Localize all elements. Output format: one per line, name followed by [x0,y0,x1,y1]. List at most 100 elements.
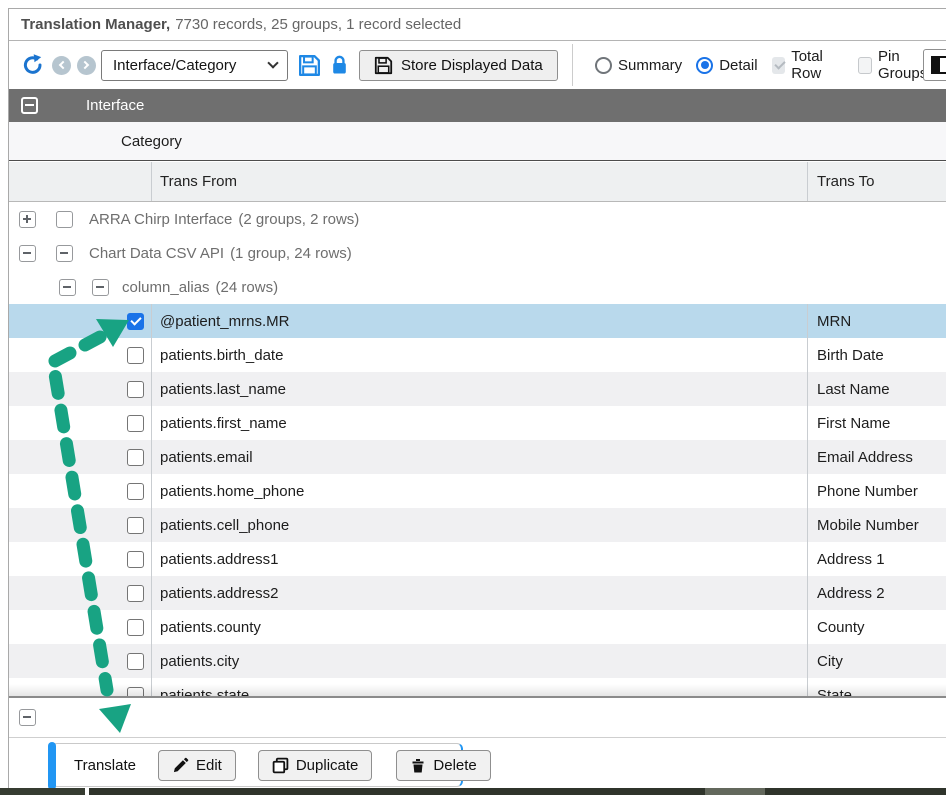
row-checkbox[interactable] [127,517,144,534]
translate-toolbar-row: Translate Edit Duplicate [9,738,946,789]
trans-from-cell[interactable]: patients.email [151,440,807,474]
trans-from-cell[interactable]: patients.address2 [151,576,807,610]
row-checkbox[interactable] [127,313,144,330]
row-checkbox[interactable] [127,415,144,432]
detail-radio-group[interactable]: Detail [696,57,757,74]
trans-to-cell[interactable]: First Name [807,406,946,440]
bottom-scrollbar[interactable] [89,788,946,795]
row-checkbox-cell [9,610,151,644]
group-checkbox[interactable] [56,245,73,262]
table-row[interactable]: patients.email Email Address [9,440,946,474]
row-checkbox-cell [9,372,151,406]
grouping-select[interactable]: Interface/Category [101,50,288,81]
row-checkbox[interactable] [127,449,144,466]
trans-to-cell[interactable]: Mobile Number [807,508,946,542]
store-displayed-data-button[interactable]: Store Displayed Data [359,50,558,81]
trans-to-cell[interactable]: MRN [807,304,946,338]
trans-to-cell[interactable]: Phone Number [807,474,946,508]
row-checkbox[interactable] [127,585,144,602]
header-trans-to[interactable]: Trans To [807,162,946,201]
trans-from-cell[interactable]: patients.last_name [151,372,807,406]
trans-to-cell[interactable]: City [807,644,946,678]
table-row[interactable]: patients.city City [9,644,946,678]
table-row[interactable]: patients.cell_phone Mobile Number [9,508,946,542]
trans-to-cell[interactable]: Email Address [807,440,946,474]
trans-from-cell[interactable]: patients.city [151,644,807,678]
save-view-icon[interactable] [298,54,321,77]
scrollbar-thumb[interactable] [705,788,765,795]
toggle-columns-button[interactable] [923,49,946,81]
total-row-checkbox-group[interactable]: Total Row [772,48,844,82]
table-row[interactable]: patients.birth_date Birth Date [9,338,946,372]
app-window: Translation Manager, 7730 records, 25 gr… [8,8,946,789]
summary-radio[interactable] [595,57,612,74]
row-checkbox[interactable] [127,653,144,670]
trans-from-cell[interactable]: patients.first_name [151,406,807,440]
header-indent-cell [9,162,151,201]
group-checkbox[interactable] [92,279,109,296]
duplicate-button[interactable]: Duplicate [258,750,373,781]
expand-collapse-icon[interactable] [59,279,76,296]
trans-to-cell[interactable]: Birth Date [807,338,946,372]
pin-groups-checkbox[interactable] [858,57,872,74]
expand-collapse-icon[interactable] [19,245,36,262]
trans-from-cell[interactable]: patients.home_phone [151,474,807,508]
nav-back-icon[interactable] [52,56,71,75]
nav-forward-icon[interactable] [77,56,96,75]
group-row[interactable]: Chart Data CSV API (1 group, 24 rows) [9,236,946,270]
group-row[interactable]: ARRA Chirp Interface (2 groups, 2 rows) [9,202,946,236]
trans-to-cell[interactable]: Address 1 [807,542,946,576]
translate-accent-bar [48,742,56,790]
row-checkbox[interactable] [127,381,144,398]
row-checkbox[interactable] [127,551,144,568]
summary-radio-label: Summary [618,57,682,74]
table-row[interactable]: patients.first_name First Name [9,406,946,440]
summary-radio-group[interactable]: Summary [595,57,682,74]
table-row[interactable]: patients.address2 Address 2 [9,576,946,610]
row-checkbox[interactable] [127,347,144,364]
table-row[interactable]: patients.last_name Last Name [9,372,946,406]
table-row[interactable]: @patient_mrns.MR MRN [9,304,946,338]
group-row[interactable]: column_alias (24 rows) [9,270,946,304]
refresh-icon[interactable] [21,53,45,77]
group-count: (1 group, 24 rows) [230,245,352,262]
trans-from-cell[interactable]: @patient_mrns.MR [151,304,807,338]
trans-to-cell[interactable]: County [807,610,946,644]
bottom-panel-collapse-icon[interactable] [19,709,36,726]
toolbar: Interface/Category [9,41,946,89]
header-trans-from[interactable]: Trans From [151,162,807,201]
row-checkbox[interactable] [127,483,144,500]
collapse-all-icon[interactable] [21,97,38,114]
row-checkbox[interactable] [127,687,144,697]
trans-from-cell[interactable]: patients.birth_date [151,338,807,372]
delete-button[interactable]: Delete [396,750,490,781]
detail-radio-label: Detail [719,57,757,74]
trans-from-cell[interactable]: patients.county [151,610,807,644]
table-row[interactable]: patients.state State [9,678,946,696]
store-button-label: Store Displayed Data [401,57,543,74]
trans-to-cell[interactable]: Address 2 [807,576,946,610]
table-row[interactable]: patients.county County [9,610,946,644]
group-label: ARRA Chirp Interface [89,211,232,228]
expand-collapse-icon[interactable] [19,211,36,228]
row-checkbox[interactable] [127,619,144,636]
trans-from-cell[interactable]: patients.address1 [151,542,807,576]
edit-button[interactable]: Edit [158,750,236,781]
group-count: (24 rows) [216,279,279,296]
group-checkbox[interactable] [56,211,73,228]
lock-icon[interactable] [329,54,350,76]
trans-from-cell[interactable]: patients.state [151,678,807,696]
table-row[interactable]: patients.home_phone Phone Number [9,474,946,508]
row-checkbox-cell [9,542,151,576]
page-title: Translation Manager, [21,16,170,33]
trans-to-cell[interactable]: State [807,678,946,696]
trans-to-cell[interactable]: Last Name [807,372,946,406]
translate-toolbar: Translate Edit Duplicate [51,743,463,787]
detail-radio[interactable] [696,57,713,74]
table-row[interactable]: patients.address1 Address 1 [9,542,946,576]
total-row-checkbox[interactable] [772,57,786,74]
bottom-panel: Translate Edit Duplicate [9,696,946,789]
trans-from-cell[interactable]: patients.cell_phone [151,508,807,542]
duplicate-icon [272,757,289,774]
pencil-icon [172,757,189,774]
